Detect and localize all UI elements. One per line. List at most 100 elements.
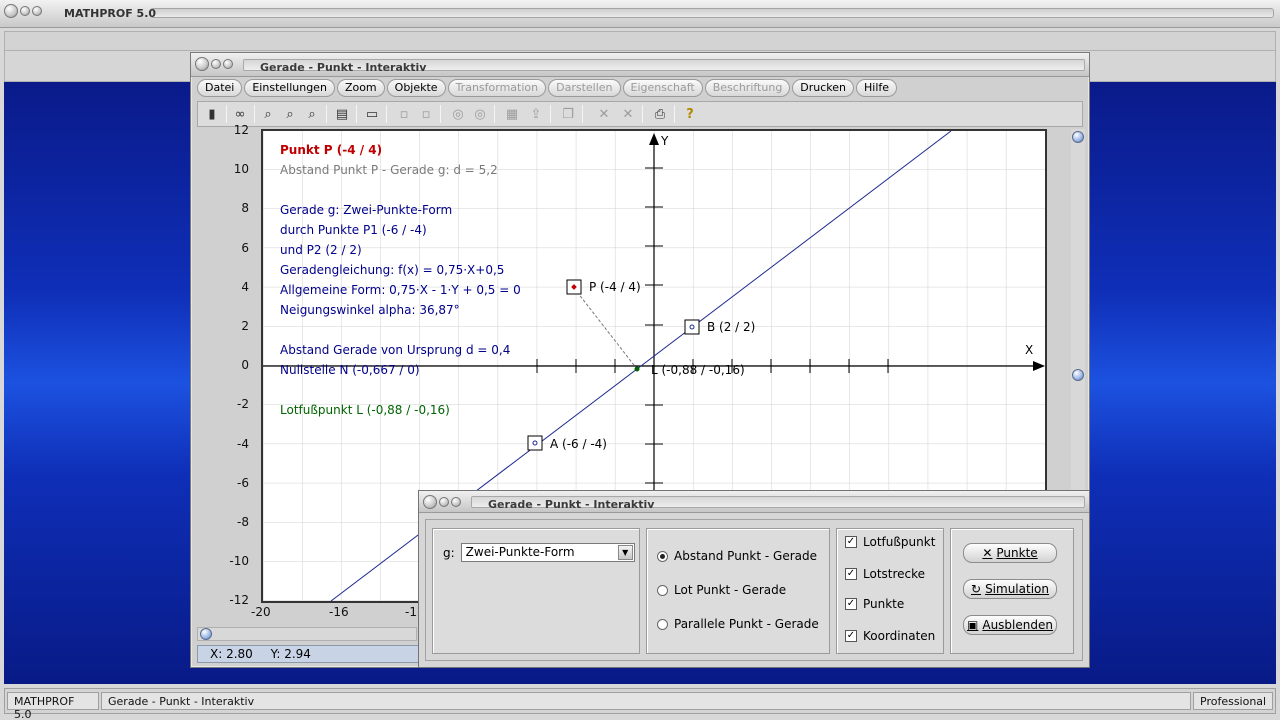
y-tick-label: 12	[233, 123, 249, 137]
label-point-a: A (-6 / -4)	[550, 437, 607, 451]
check-koordinaten[interactable]: ✓ Koordinaten	[845, 629, 935, 643]
help-icon[interactable]: ?	[680, 105, 700, 123]
delete-icon: ✕	[598, 106, 610, 122]
info-ursprung: Abstand Gerade von Ursprung d = 0,4	[280, 343, 511, 357]
info-abstand: Abstand Punkt P - Gerade g: d = 5,2	[280, 163, 498, 177]
radio-abstand[interactable]: Abstand Punkt - Gerade	[657, 549, 817, 563]
scroll-up-knob[interactable]	[1072, 131, 1084, 143]
checkbox[interactable]: ✓	[845, 630, 857, 642]
radio-button[interactable]	[657, 618, 668, 630]
punkte-button[interactable]: ✕ Punkte	[963, 543, 1057, 563]
info-gleichung: Geradengleichung: f(x) = 0,75·X+0,5	[280, 263, 505, 277]
y-tick-label: 8	[241, 201, 249, 216]
close-bubble-icon[interactable]	[195, 57, 209, 71]
check-lotfusspunkt[interactable]: ✓ Lotfußpunkt	[845, 535, 935, 549]
graph-toolbar: ▮ ∞ ⌕ ⌕ ⌕ ▤ ▭ ▫ ▫ ◎ ◎ ▦ ⇪ ❐ ✕ ✕ ⎙ ?	[197, 101, 1083, 127]
close-bubble-icon[interactable]	[4, 4, 18, 18]
checkbox[interactable]: ✓	[845, 536, 857, 548]
y-tick-label: 4	[241, 279, 249, 294]
g-label: g:	[443, 545, 455, 560]
radio-button[interactable]	[657, 550, 668, 562]
graph-window-titlebar[interactable]: Gerade - Punkt - Interaktiv	[191, 53, 1089, 77]
info-gerade3: und P2 (2 / 2)	[280, 243, 362, 257]
ausblenden-button[interactable]: ▣ Ausblenden	[963, 615, 1057, 635]
circle-b-icon: ◎	[474, 106, 486, 122]
y-tick-label: 10	[233, 162, 249, 177]
line-type-select[interactable]: Zwei-Punkte-Form ▼	[460, 543, 635, 562]
x-tick-label: -20	[251, 605, 271, 619]
check-lotstrecke[interactable]: ✓ Lotstrecke	[845, 567, 925, 581]
check-punkte[interactable]: ✓ Punkte	[845, 597, 904, 611]
minimize-bubble-icon[interactable]	[439, 497, 449, 507]
check-label: Punkte	[863, 597, 905, 611]
print-icon[interactable]: ⎙	[650, 105, 670, 123]
y-tick-label: -8	[237, 515, 249, 529]
check-label: Lotfußpunkt	[863, 535, 936, 549]
titlebar-track	[150, 8, 1274, 18]
dialog-title: Gerade - Punkt - Interaktiv	[488, 498, 655, 511]
radio-parallele[interactable]: Parallele Punkt - Gerade	[657, 617, 819, 631]
graph-menubar: Datei Einstellungen Zoom Objekte Transformat…	[197, 79, 898, 99]
point-a-marker[interactable]	[527, 435, 543, 451]
scroll-thumb[interactable]	[1072, 369, 1084, 381]
menu-item-eigenschaft: Eigenschaft	[622, 79, 703, 97]
minimize-bubble-icon[interactable]	[211, 59, 221, 69]
radio-button[interactable]	[657, 584, 668, 596]
mode-panel: Abstand Punkt - Gerade Lot Punkt - Gerad…	[646, 528, 830, 654]
menu-item-transformation: Transformation	[447, 79, 547, 97]
app-title: MATHPROF 5.0	[64, 7, 157, 20]
window-controls	[4, 4, 42, 18]
point-b-marker[interactable]	[684, 319, 700, 335]
chevron-down-icon[interactable]: ▼	[617, 545, 633, 560]
checkbox[interactable]: ✓	[845, 598, 857, 610]
window-icon[interactable]: ▭	[362, 105, 382, 123]
menu-item-objekte[interactable]: Objekte	[386, 79, 446, 97]
maximize-bubble-icon[interactable]	[32, 6, 42, 16]
box-icon: ▫	[399, 106, 409, 122]
simulation-label: Simulation	[985, 582, 1049, 596]
export-icon: ⇪	[530, 106, 542, 122]
glasses-icon[interactable]: ∞	[230, 105, 250, 123]
radio-lot[interactable]: Lot Punkt - Gerade	[657, 583, 786, 597]
maximize-bubble-icon[interactable]	[223, 59, 233, 69]
coord-y: Y: 2.94	[270, 647, 311, 661]
checkbox[interactable]: ✓	[845, 568, 857, 580]
status-module: Gerade - Punkt - Interaktiv	[101, 692, 1191, 710]
menu-item-datei[interactable]: Datei	[197, 79, 243, 97]
y-tick-label: -10	[229, 554, 249, 569]
title-track: Gerade - Punkt - Interaktiv	[243, 59, 1085, 74]
delete-all-icon: ✕	[622, 106, 634, 122]
calculator-icon[interactable]: ▮	[202, 105, 222, 123]
menu-item-beschriftung: Beschriftung	[704, 79, 791, 97]
menu-item-zoom[interactable]: Zoom	[336, 79, 385, 97]
radio-label: Lot Punkt - Gerade	[674, 583, 787, 597]
x-tick-label: -16	[329, 605, 349, 619]
dialog-title-track: Gerade - Punkt - Interaktiv	[471, 496, 1085, 511]
zoom-out-icon[interactable]: ⌕	[280, 105, 300, 123]
menu-item-einstellungen[interactable]: Einstellungen	[244, 79, 335, 97]
table-icon: ▦	[505, 106, 519, 122]
minimize-bubble-icon[interactable]	[20, 6, 30, 16]
y-axis-letter: Y	[661, 134, 669, 148]
properties-icon[interactable]: ▤	[332, 105, 352, 123]
y-tick-label: -12	[229, 593, 249, 608]
info-allgemein: Allgemeine Form: 0,75·X - 1·Y + 0,5 = 0	[280, 283, 521, 297]
info-gerade2: durch Punkte P1 (-6 / -4)	[280, 223, 427, 237]
dialog-body: g: Zwei-Punkte-Form ▼ Abstand Punkt - Ge…	[425, 519, 1083, 661]
maximize-bubble-icon[interactable]	[451, 497, 461, 507]
graph-window-title: Gerade - Punkt - Interaktiv	[260, 61, 427, 74]
hscroll-thumb[interactable]	[200, 628, 212, 640]
coordinate-readout: X: 2.80 Y: 2.94	[197, 645, 419, 663]
info-nullstelle: Nullstelle N (-0,667 / 0)	[280, 363, 420, 377]
app-menustrip	[4, 31, 1276, 51]
close-bubble-icon[interactable]	[423, 495, 437, 509]
menu-item-hilfe[interactable]: Hilfe	[856, 79, 898, 97]
dialog-titlebar[interactable]: Gerade - Punkt - Interaktiv	[419, 491, 1089, 513]
horizontal-scrollbar[interactable]	[197, 627, 417, 641]
zoom-in-icon[interactable]: ⌕	[302, 105, 322, 123]
check-label: Lotstrecke	[863, 567, 926, 581]
simulation-button[interactable]: ↻ Simulation	[963, 579, 1057, 599]
copy-icon: ❐	[562, 106, 574, 122]
zoom-icon[interactable]: ⌕	[258, 105, 278, 123]
menu-item-drucken[interactable]: Drucken	[792, 79, 855, 97]
